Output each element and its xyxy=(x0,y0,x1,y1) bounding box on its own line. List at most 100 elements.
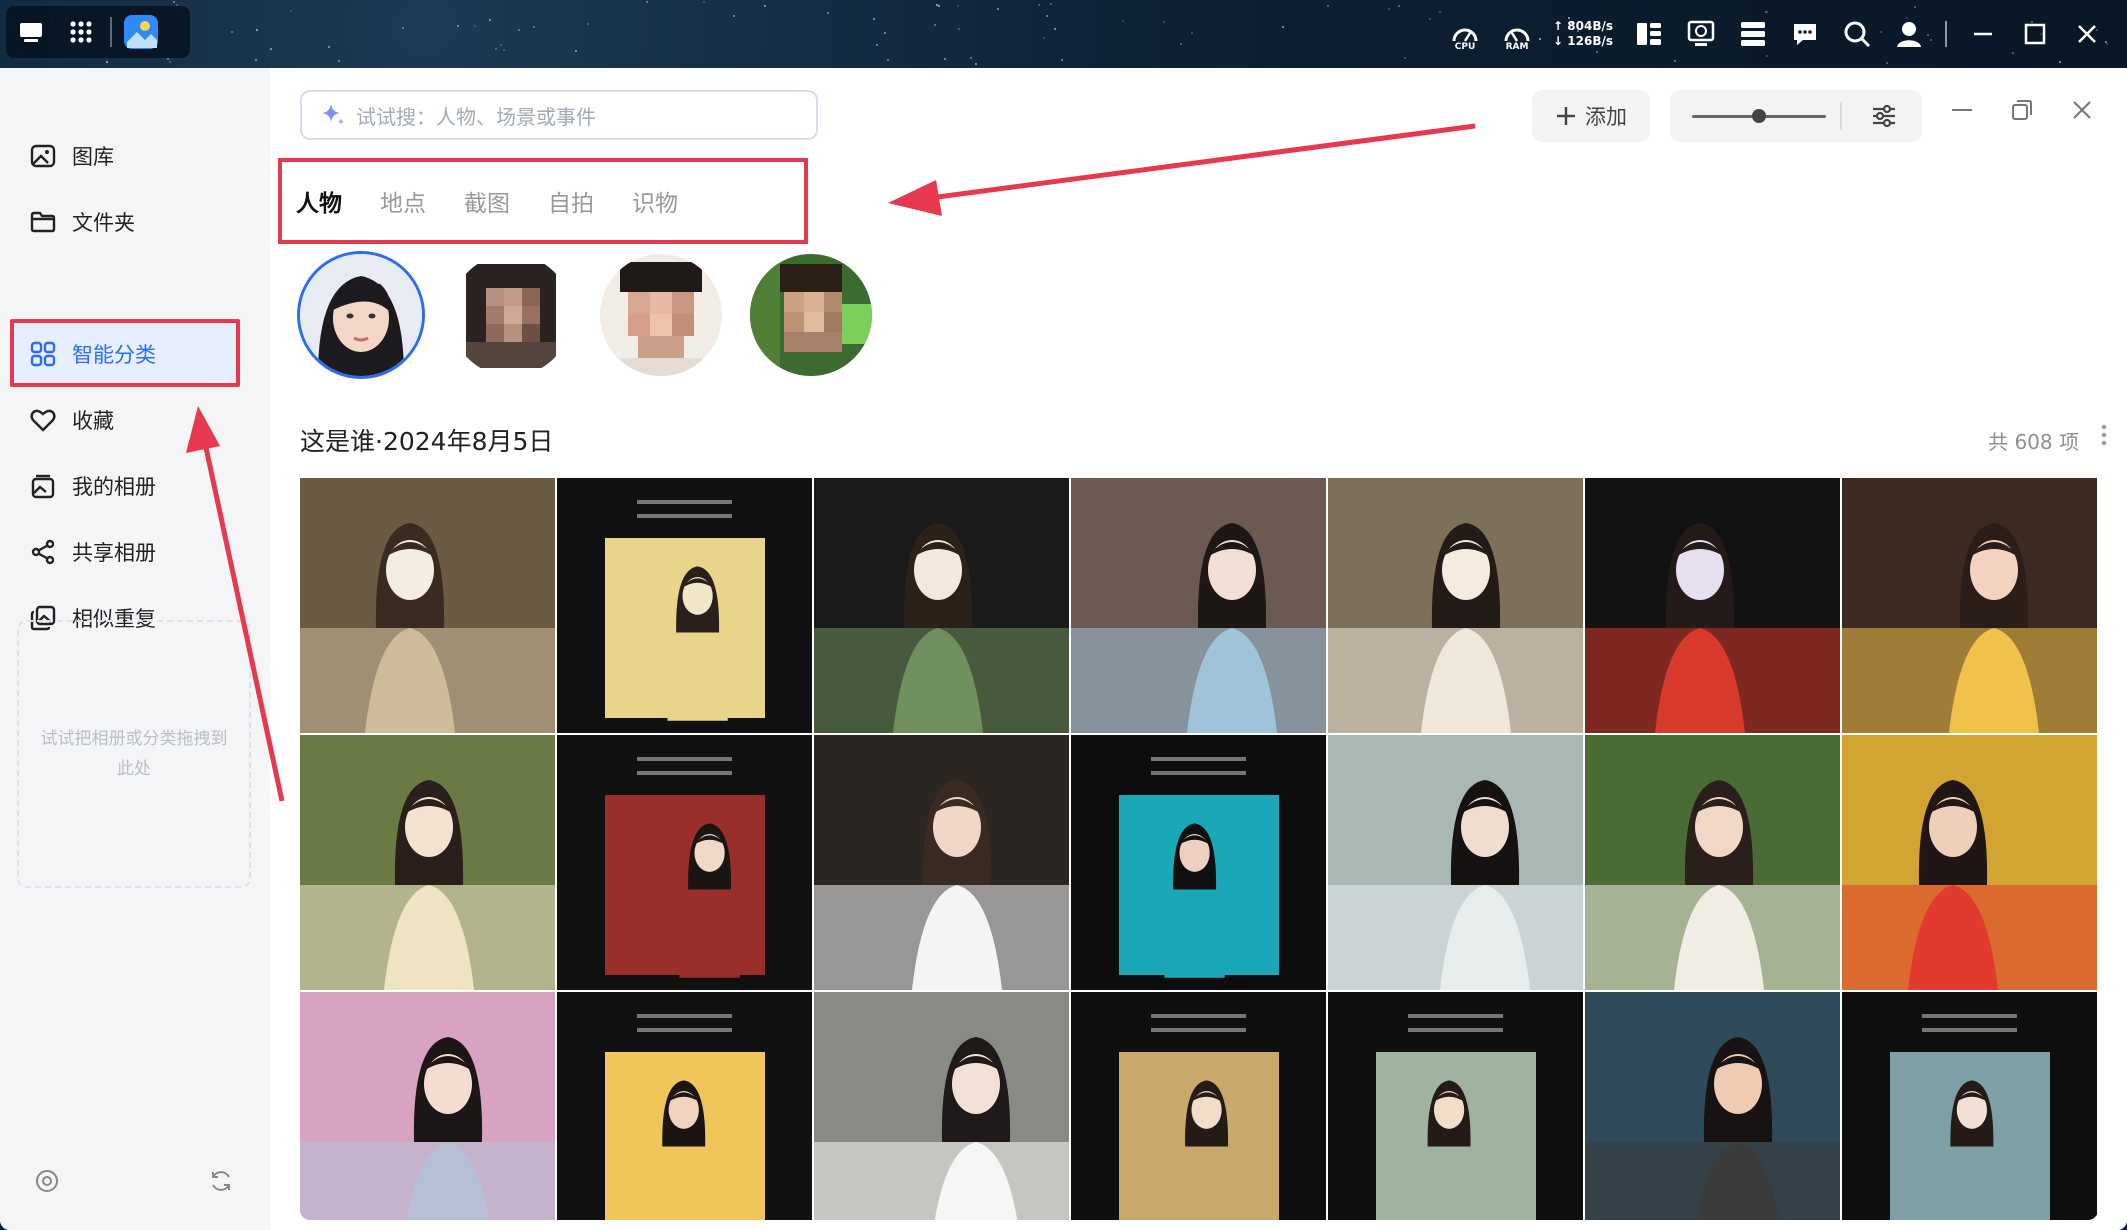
background-star xyxy=(975,63,977,65)
download-speed: ↓ 126B/s xyxy=(1553,34,1613,48)
tab-people[interactable]: 人物 xyxy=(296,184,342,218)
photo-thumbnail[interactable] xyxy=(1071,735,1326,990)
background-star xyxy=(703,1,705,3)
search-icon[interactable] xyxy=(1841,18,1873,50)
window-minimize-icon[interactable] xyxy=(1950,98,1974,126)
photo-thumbnail[interactable] xyxy=(1842,992,2097,1220)
window-restore-icon[interactable] xyxy=(2010,98,2034,126)
maximize-icon[interactable] xyxy=(2019,18,2051,50)
tab-places[interactable]: 地点 xyxy=(380,184,426,218)
background-star xyxy=(733,15,735,17)
person-avatar[interactable] xyxy=(750,254,872,376)
photo-thumbnail[interactable] xyxy=(814,735,1069,990)
background-star xyxy=(934,24,936,26)
photo-thumbnail[interactable] xyxy=(557,478,812,733)
tab-screenshots[interactable]: 截图 xyxy=(464,184,510,218)
photos-app-window: 图库 文件夹 智能分类 收藏 我的相册 共享相册 相似重复 试试把相册或分类拖拽… xyxy=(0,68,2127,1230)
background-star xyxy=(764,5,766,7)
tab-objects[interactable]: 识物 xyxy=(632,184,678,218)
zoom-slider-handle[interactable] xyxy=(1752,109,1766,123)
ram-label: RAM xyxy=(1505,42,1529,52)
tab-selfies[interactable]: 自拍 xyxy=(548,184,594,218)
network-speed[interactable]: ↑ 804B/s ↓ 126B/s xyxy=(1553,19,1613,49)
photo-thumbnail[interactable] xyxy=(300,992,555,1220)
system-taskbar: CPU RAM ↑ 804B/s ↓ 126B/s xyxy=(0,0,2127,68)
drop-zone-hint[interactable]: 试试把相册或分类拖拽到此处 xyxy=(17,620,251,888)
more-options-icon[interactable] xyxy=(2101,424,2107,450)
refresh-icon[interactable] xyxy=(208,1168,234,1198)
settings-icon[interactable] xyxy=(34,1168,60,1198)
taskbar-left-group xyxy=(6,6,190,58)
background-star xyxy=(1398,5,1400,7)
chat-icon[interactable] xyxy=(1789,18,1821,50)
close-icon[interactable] xyxy=(2071,18,2103,50)
background-star xyxy=(328,46,330,48)
background-star xyxy=(970,57,972,59)
photo-thumbnail[interactable] xyxy=(1328,735,1583,990)
background-star xyxy=(884,32,886,34)
ram-gauge-icon[interactable]: RAM xyxy=(1501,18,1533,52)
user-icon[interactable] xyxy=(1893,18,1925,50)
app-grid-icon[interactable] xyxy=(56,10,106,54)
sparkle-icon xyxy=(322,104,344,125)
search-placeholder: 试试搜：人物、场景或事件 xyxy=(356,104,596,129)
sidebar-item-my-albums[interactable]: 我的相册 xyxy=(10,456,236,516)
background-star xyxy=(338,60,340,62)
background-star xyxy=(503,49,505,51)
background-star xyxy=(1914,6,1916,8)
person-avatar[interactable] xyxy=(450,254,572,376)
background-star xyxy=(1180,43,1182,45)
person-avatar[interactable] xyxy=(300,254,422,376)
sidebar-item-label: 我的相册 xyxy=(72,475,156,499)
photo-thumbnail[interactable] xyxy=(557,735,812,990)
sidebar-item-gallery[interactable]: 图库 xyxy=(10,126,236,186)
photo-thumbnail[interactable] xyxy=(1585,735,1840,990)
photo-thumbnail[interactable] xyxy=(1585,478,1840,733)
cpu-gauge-icon[interactable]: CPU xyxy=(1449,18,1481,52)
background-star xyxy=(2059,61,2061,63)
background-star xyxy=(518,29,520,31)
photo-thumbnail[interactable] xyxy=(814,992,1069,1220)
gallery-icon xyxy=(30,144,56,168)
background-star xyxy=(1163,21,1165,23)
photo-thumbnail[interactable] xyxy=(1842,735,2097,990)
background-star xyxy=(1061,59,1063,61)
background-star xyxy=(106,61,108,63)
photo-thumbnail[interactable] xyxy=(1328,992,1583,1220)
photo-thumbnail[interactable] xyxy=(814,478,1069,733)
photo-thumbnail[interactable] xyxy=(300,735,555,990)
photo-thumbnail[interactable] xyxy=(1328,478,1583,733)
remote-desktop-icon[interactable] xyxy=(1685,18,1717,50)
server-icon[interactable] xyxy=(1737,18,1769,50)
add-button[interactable]: 添加 xyxy=(1532,90,1650,142)
photos-app-icon[interactable] xyxy=(116,10,166,54)
background-star xyxy=(167,58,169,60)
window-close-icon[interactable] xyxy=(2070,98,2094,126)
desktop-icon[interactable] xyxy=(6,10,56,54)
search-input[interactable]: 试试搜：人物、场景或事件 xyxy=(300,90,818,140)
sidebar-item-shared-albums[interactable]: 共享相册 xyxy=(10,522,236,582)
minimize-icon[interactable] xyxy=(1967,18,1999,50)
background-star xyxy=(957,5,959,7)
person-avatar[interactable] xyxy=(600,254,722,376)
taskbar-separator xyxy=(1945,21,1947,47)
view-settings-icon[interactable] xyxy=(1870,102,1898,134)
photo-thumbnail[interactable] xyxy=(1842,478,2097,733)
zoom-control xyxy=(1670,90,1922,142)
background-star xyxy=(997,8,999,10)
background-star xyxy=(256,29,258,31)
sidebar-item-favorites[interactable]: 收藏 xyxy=(10,390,236,450)
photo-thumbnail[interactable] xyxy=(1071,478,1326,733)
add-button-label: 添加 xyxy=(1585,105,1627,129)
background-star xyxy=(1282,26,1284,28)
sidebar-item-folder[interactable]: 文件夹 xyxy=(10,192,236,252)
background-star xyxy=(1191,32,1193,34)
sidebar-item-smart-category[interactable]: 智能分类 xyxy=(10,324,236,384)
photo-thumbnail[interactable] xyxy=(300,478,555,733)
widgets-icon[interactable] xyxy=(1633,18,1665,50)
photo-thumbnail[interactable] xyxy=(1071,992,1326,1220)
photo-thumbnail[interactable] xyxy=(1585,992,1840,1220)
taskbar-divider xyxy=(110,17,112,47)
photo-thumbnail[interactable] xyxy=(557,992,812,1220)
background-star xyxy=(1054,28,1056,30)
